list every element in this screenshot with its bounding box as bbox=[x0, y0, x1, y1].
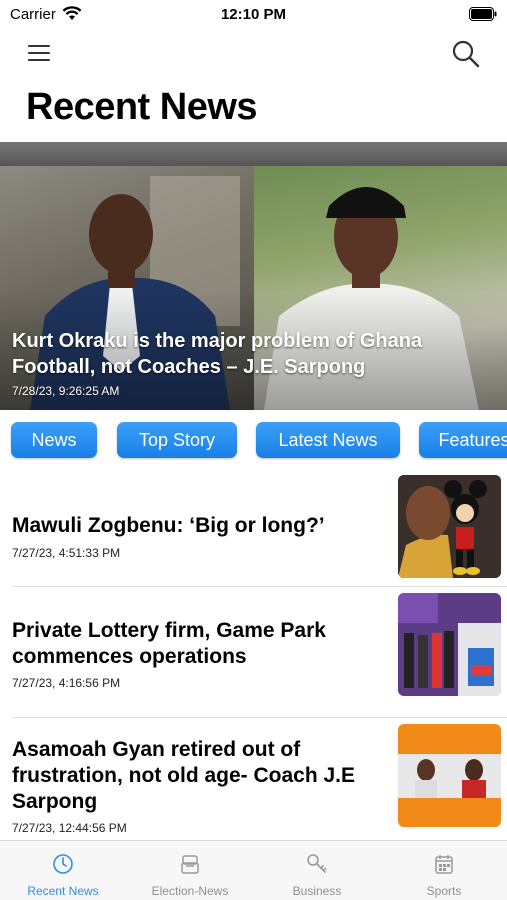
ballot-box-icon bbox=[181, 855, 199, 874]
article-title: Private Lottery firm, Game Park commence… bbox=[12, 619, 326, 668]
article-thumbnail bbox=[398, 475, 501, 578]
article-item[interactable]: Private Lottery firm, Game Park commence… bbox=[0, 588, 507, 714]
featured-date: 7/28/23, 9:26:25 AM bbox=[12, 384, 120, 398]
article-date: 7/27/23, 12:44:56 PM bbox=[12, 821, 127, 835]
battery-icon bbox=[469, 7, 497, 21]
category-latest-news[interactable]: Latest News bbox=[256, 422, 400, 458]
key-icon bbox=[307, 854, 327, 873]
status-time: 12:10 PM bbox=[220, 6, 287, 23]
divider bbox=[12, 586, 507, 587]
featured-title: Kurt Okraku is the major problem of Ghan… bbox=[12, 330, 423, 378]
tab-sports[interactable]: Sports bbox=[381, 841, 507, 900]
clock-icon bbox=[53, 854, 73, 874]
category-top-story[interactable]: Top Story bbox=[117, 422, 237, 458]
tab-label: Election-News bbox=[151, 884, 229, 898]
article-item[interactable]: Asamoah Gyan retired out of frustration,… bbox=[0, 719, 507, 839]
category-features[interactable]: Features bbox=[419, 422, 507, 458]
calendar-icon bbox=[435, 855, 453, 874]
tab-recent-news[interactable]: Recent News bbox=[0, 841, 126, 900]
nav-bar bbox=[0, 34, 507, 74]
menu-button[interactable] bbox=[26, 41, 54, 65]
tab-election-news[interactable]: Election-News bbox=[127, 841, 253, 900]
search-icon bbox=[452, 40, 480, 68]
category-news[interactable]: News bbox=[11, 422, 97, 458]
status-bar: Carrier 12:10 PM bbox=[0, 0, 507, 30]
tab-label: Business bbox=[292, 884, 342, 898]
article-date: 7/27/23, 4:51:33 PM bbox=[12, 546, 121, 560]
featured-story[interactable]: Kurt Okraku is the major problem of Ghan… bbox=[0, 142, 507, 410]
tab-bar: Recent News Election-News Business Sport… bbox=[0, 840, 507, 900]
category-tabs: News Top Story Latest News Features bbox=[0, 422, 507, 460]
article-title: Asamoah Gyan retired out of frustration,… bbox=[12, 738, 356, 813]
divider bbox=[12, 717, 507, 718]
tab-label: Sports bbox=[426, 884, 462, 898]
article-title: Mawuli Zogbenu: ‘Big or long?’ bbox=[12, 514, 325, 537]
search-button[interactable] bbox=[451, 39, 481, 69]
tab-business[interactable]: Business bbox=[254, 841, 380, 900]
article-thumbnail bbox=[398, 593, 501, 696]
page-title: Recent News bbox=[26, 86, 258, 128]
article-date: 7/27/23, 4:16:56 PM bbox=[12, 676, 121, 690]
featured-image-top-band bbox=[0, 142, 507, 166]
article-thumbnail bbox=[398, 724, 501, 827]
tab-label: Recent News bbox=[27, 884, 99, 898]
hamburger-menu-icon bbox=[28, 45, 50, 61]
article-item[interactable]: Mawuli Zogbenu: ‘Big or long?’ 7/27/23, … bbox=[0, 470, 507, 584]
